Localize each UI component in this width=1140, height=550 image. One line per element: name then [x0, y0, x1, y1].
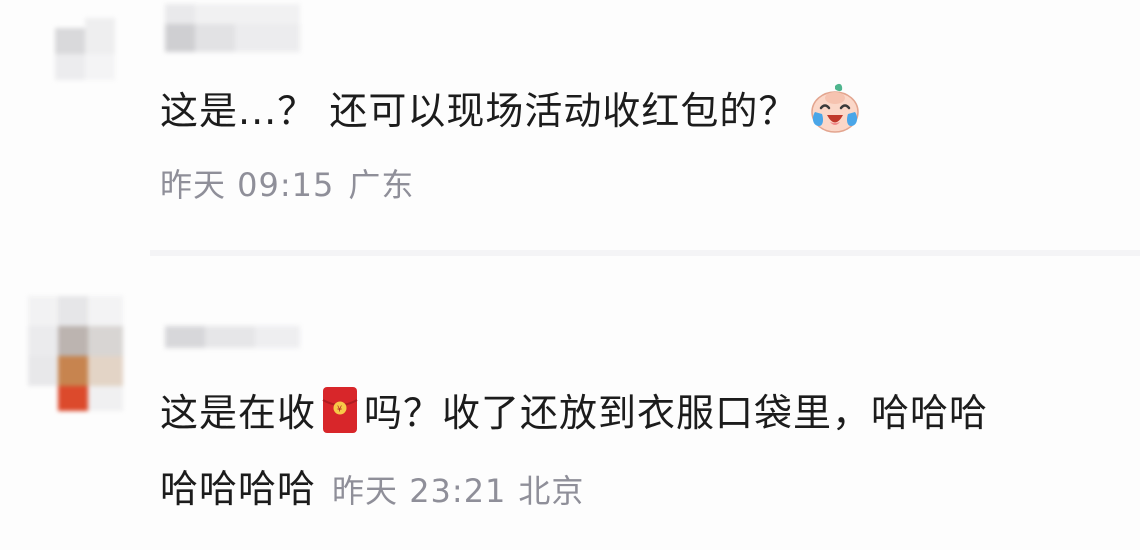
comment-body: 这是...？ 还可以现场活动收红包的？ — [160, 89, 798, 133]
crying-laughing-emoji-icon — [809, 82, 861, 134]
comment-body-part1: 这是在收 — [160, 391, 317, 435]
avatar[interactable] — [55, 18, 115, 80]
comment-location: 广东 — [348, 166, 415, 204]
divider — [150, 250, 1140, 256]
comment-text: 这是...？ 还可以现场活动收红包的？ — [160, 80, 861, 135]
comment-meta: 昨天 09:15 广东 — [160, 160, 428, 206]
comment-location: 北京 — [518, 472, 585, 510]
comment-body-line2: 哈哈哈哈 — [160, 467, 317, 511]
comment-body-part2: 吗？收了还放到衣服口袋里，哈哈哈 — [364, 391, 989, 435]
comment-item: 这是...？ 还可以现场活动收红包的？ 昨天 09:15 广东 — [0, 0, 1140, 250]
username-blurred[interactable] — [165, 4, 300, 54]
comment-text: 这是在收 ¥ 吗？收了还放到衣服口袋里，哈哈哈 — [160, 382, 988, 437]
avatar[interactable] — [28, 296, 123, 411]
comment-meta: 昨天 23:21 北京 — [332, 472, 596, 510]
comment-time: 昨天 23:21 — [332, 472, 507, 510]
comment-time: 昨天 09:15 — [160, 166, 335, 204]
comment-text-continued: 哈哈哈哈 昨天 23:21 北京 — [160, 458, 596, 513]
comment-feed: 这是...？ 还可以现场活动收红包的？ 昨天 09:15 广东 这是在收 ¥ 吗… — [0, 0, 1140, 550]
username-blurred[interactable] — [165, 326, 300, 348]
svg-text:¥: ¥ — [337, 405, 343, 414]
red-envelope-icon: ¥ — [322, 386, 358, 434]
